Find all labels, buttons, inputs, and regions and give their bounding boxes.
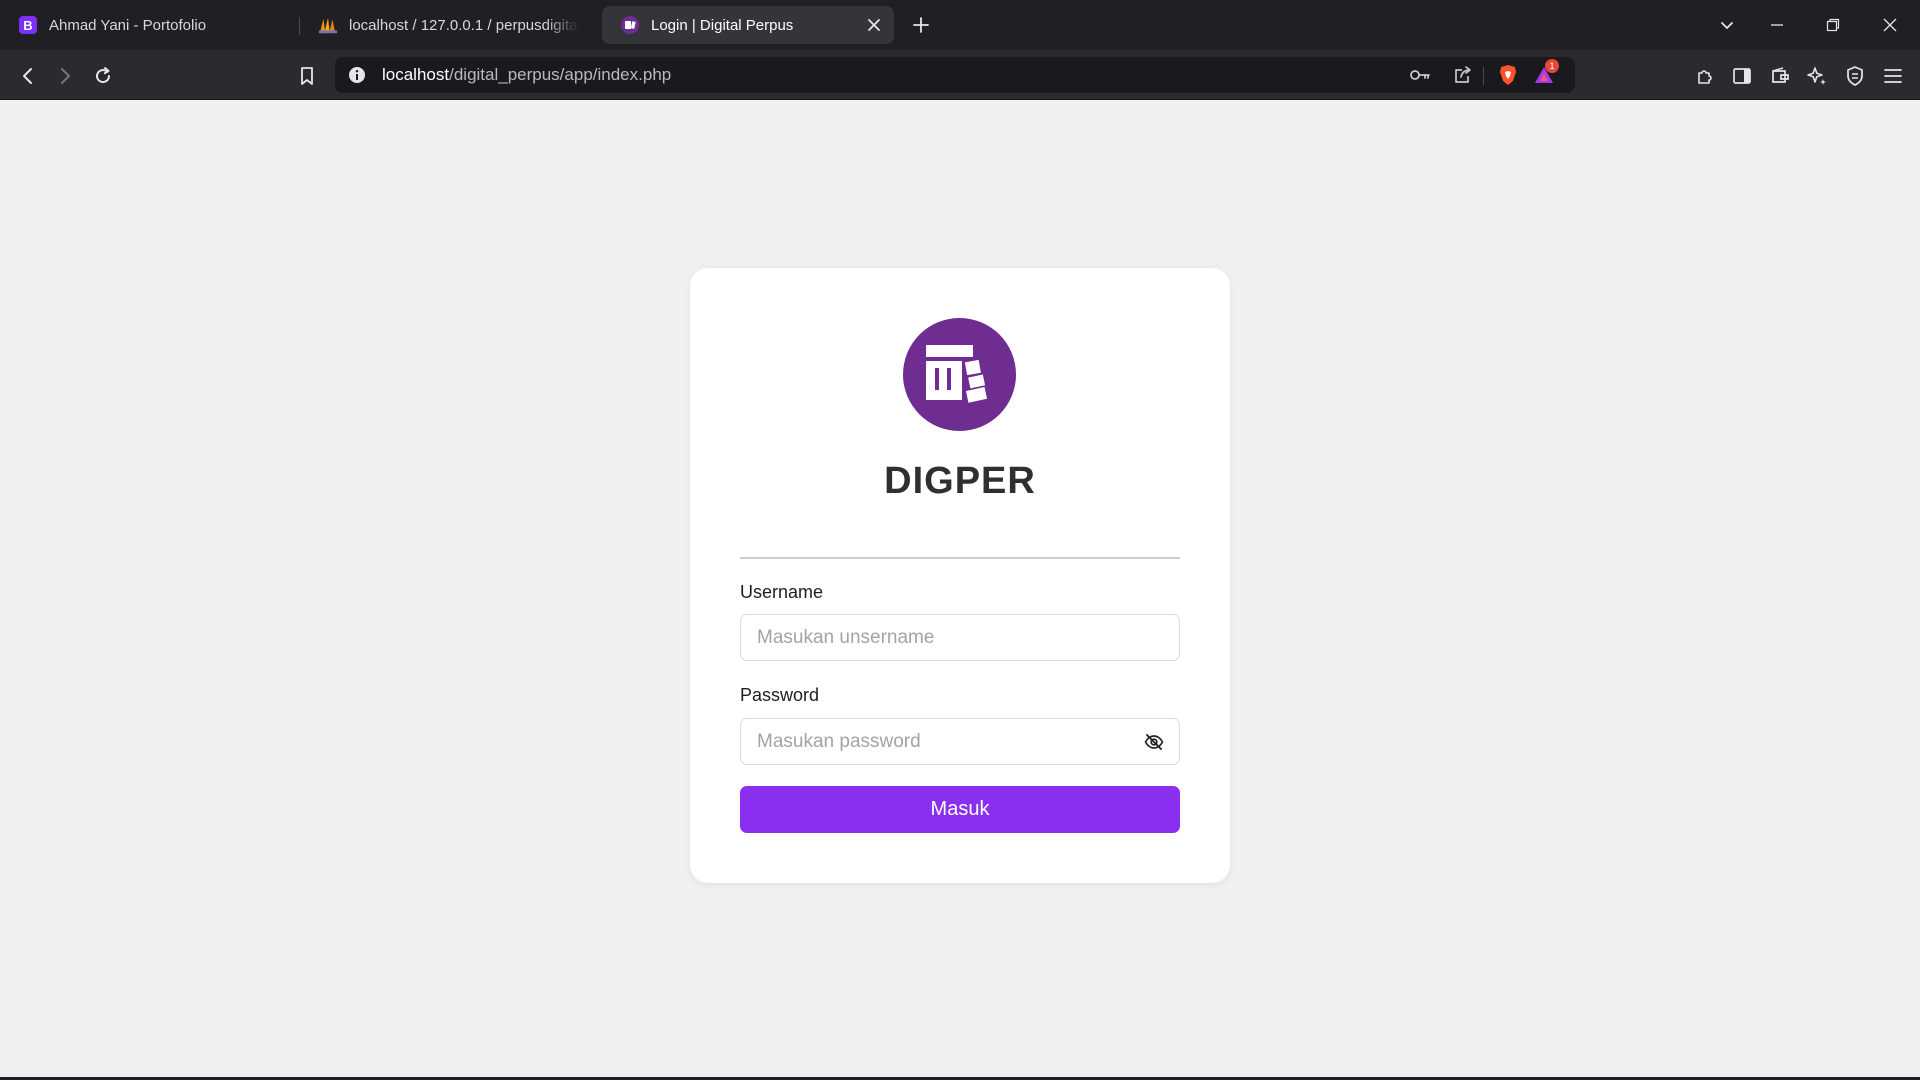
phpmyadmin-icon (318, 15, 338, 35)
username-label: Username (740, 582, 824, 602)
login-button[interactable]: Masuk (740, 786, 1180, 833)
site-info-icon[interactable] (347, 65, 367, 85)
brave-shields-icon[interactable] (1495, 62, 1521, 88)
close-window-icon[interactable] (1877, 12, 1903, 38)
brave-rewards-icon[interactable]: 1 (1531, 59, 1559, 88)
library-icon (620, 15, 640, 35)
tab-title: Ahmad Yani - Portofolio (49, 16, 207, 34)
svg-text:B: B (23, 18, 32, 33)
tab-title: localhost / 127.0.0.1 / perpusdigital (349, 16, 579, 34)
bookmark-icon[interactable] (294, 63, 320, 89)
tab-title: Login | Digital Perpus (651, 16, 794, 34)
library-books-icon (903, 318, 1016, 431)
new-tab-button[interactable] (908, 12, 934, 38)
reload-icon[interactable] (90, 63, 116, 89)
eye-off-icon[interactable] (1143, 731, 1165, 753)
back-icon[interactable] (15, 63, 41, 89)
tab-login-digital-perpus[interactable]: Login | Digital Perpus (602, 6, 894, 44)
login-card: DIGPER Username Password Masuk (690, 268, 1230, 883)
password-label: Password (740, 685, 820, 705)
tab-portfolio[interactable]: B Ahmad Yani - Portofolio (0, 6, 300, 44)
minimize-icon[interactable] (1764, 12, 1790, 38)
share-icon[interactable] (1450, 62, 1476, 88)
browser-toolbar: localhost/digital_perpus/app/index.php 1 (0, 50, 1920, 100)
address-separator (1483, 67, 1484, 85)
wallet-icon[interactable] (1767, 63, 1793, 89)
extensions-icon[interactable] (1692, 63, 1718, 89)
tab-search-chevron-icon[interactable] (1714, 12, 1740, 38)
password-input[interactable] (740, 718, 1180, 765)
tab-phpmyadmin[interactable]: localhost / 127.0.0.1 / perpusdigital (300, 6, 600, 44)
menu-icon[interactable] (1880, 63, 1906, 89)
username-input[interactable] (740, 614, 1180, 661)
url-text: localhost/digital_perpus/app/index.php (382, 65, 672, 84)
password-key-icon[interactable] (1407, 62, 1433, 88)
sidebar-icon[interactable] (1729, 63, 1755, 89)
divider (740, 557, 1180, 559)
close-tab-icon[interactable] (864, 15, 884, 35)
forward-icon[interactable] (52, 63, 78, 89)
address-bar[interactable]: localhost/digital_perpus/app/index.php 1 (335, 57, 1575, 93)
rewards-badge: 1 (1545, 59, 1559, 73)
brand-title: DIGPER (884, 460, 1036, 502)
restore-icon[interactable] (1820, 12, 1846, 38)
vpn-shield-icon[interactable] (1842, 63, 1868, 89)
bootstrap-b-icon: B (18, 15, 38, 35)
leo-ai-icon[interactable] (1804, 63, 1830, 89)
tab-strip: B Ahmad Yani - Portofolio localhost / 12… (0, 0, 1920, 50)
